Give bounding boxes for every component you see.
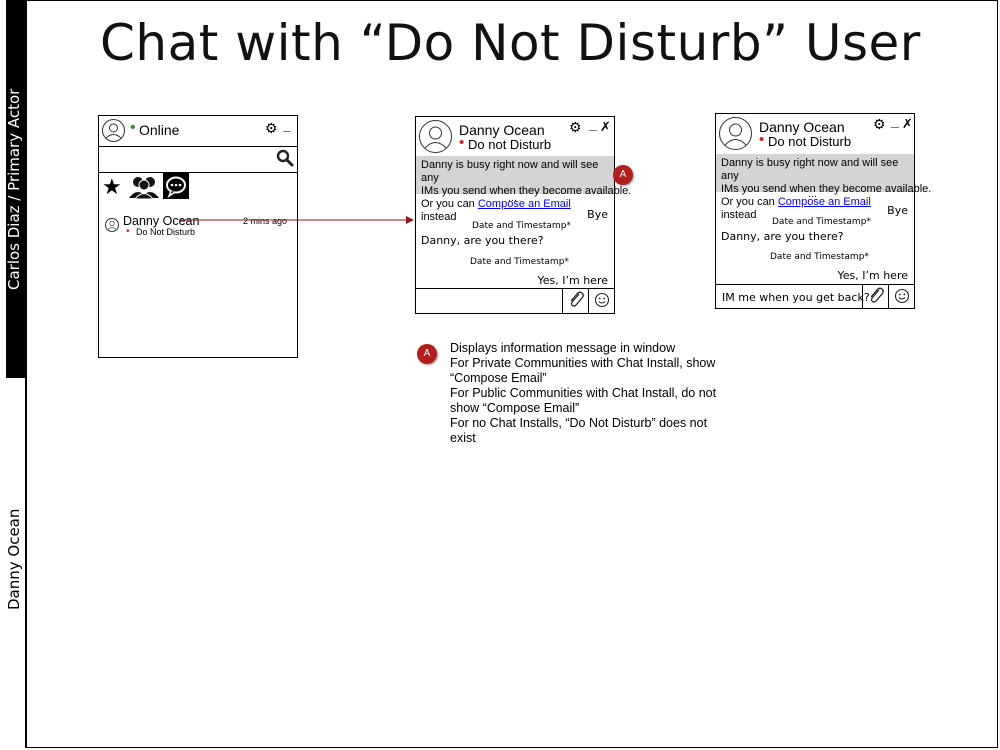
smiley-icon bbox=[894, 288, 910, 304]
message-question: Danny, are you there? bbox=[721, 230, 844, 243]
gear-icon[interactable]: ⚙ bbox=[569, 120, 582, 134]
message-bye: Bye bbox=[887, 204, 908, 217]
compose-email-link[interactable]: Compose an Email bbox=[478, 198, 571, 210]
emoji-button[interactable] bbox=[588, 288, 614, 313]
annotation-note: Displays information message in window F… bbox=[450, 341, 720, 446]
emoji-button[interactable] bbox=[888, 284, 914, 308]
chat-status: Do not Disturb bbox=[468, 137, 552, 152]
dnd-info-message: Danny is busy right now and will see any… bbox=[716, 154, 931, 221]
timestamp: Date and Timestamp* bbox=[770, 252, 869, 262]
chat-avatar-icon bbox=[419, 120, 452, 153]
compose-email-link[interactable]: Compose an Email bbox=[778, 196, 871, 208]
chat-status-dot: • bbox=[459, 134, 465, 151]
chat-avatar-icon bbox=[719, 117, 752, 150]
annotation-line: Displays information message in window bbox=[450, 341, 676, 355]
annotation-badge: A bbox=[613, 165, 633, 185]
annotation-badge: A bbox=[417, 344, 437, 364]
info-text: instead bbox=[721, 209, 757, 221]
annotation-line: For Private Communities with Chat Instal… bbox=[450, 356, 716, 385]
message-question: Danny, are you there? bbox=[421, 234, 544, 247]
paperclip-icon bbox=[570, 291, 584, 307]
attach-button[interactable] bbox=[862, 284, 888, 308]
chat-status: Do not Disturb bbox=[768, 134, 852, 149]
minimize-icon[interactable]: _ bbox=[891, 114, 899, 128]
chat-contact-name: Danny Ocean bbox=[759, 119, 845, 135]
dnd-info-message: Danny is busy right now and will see any… bbox=[416, 156, 631, 223]
paperclip-icon bbox=[870, 287, 884, 303]
minimize-icon[interactable]: _ bbox=[589, 117, 597, 131]
close-icon[interactable]: ✗ bbox=[600, 120, 611, 133]
message-input[interactable]: IM me when you get back? bbox=[722, 291, 870, 304]
attach-button[interactable] bbox=[562, 288, 588, 313]
ellipsis: … bbox=[508, 194, 517, 204]
chat-window-2: Danny Ocean • Do not Disturb ⚙ _ ✗ Danny… bbox=[715, 113, 931, 309]
info-text: Or you can bbox=[421, 198, 478, 210]
chat-contact-name: Danny Ocean bbox=[459, 122, 545, 138]
smiley-icon bbox=[594, 292, 610, 308]
info-text: instead bbox=[421, 211, 457, 223]
close-icon[interactable]: ✗ bbox=[902, 117, 913, 130]
info-line: Danny is busy right now and will see any bbox=[721, 157, 899, 182]
annotation-line: For no Chat Installs, “Do Not Disturb” d… bbox=[450, 416, 708, 445]
message-reply: Yes, I’m here bbox=[537, 274, 609, 287]
message-reply: Yes, I’m here bbox=[837, 269, 909, 282]
info-line: Danny is busy right now and will see any bbox=[421, 159, 599, 184]
gear-icon[interactable]: ⚙ bbox=[873, 117, 886, 131]
chat-window-1: Danny Ocean • Do not Disturb ⚙ _ ✗ Danny… bbox=[415, 116, 631, 314]
ellipsis: … bbox=[808, 190, 817, 200]
info-text: Or you can bbox=[721, 196, 778, 208]
message-bye: Bye bbox=[587, 208, 608, 221]
chat-status-dot: • bbox=[759, 131, 765, 148]
timestamp: Date and Timestamp* bbox=[772, 217, 871, 227]
timestamp: Date and Timestamp* bbox=[470, 257, 569, 267]
timestamp: Date and Timestamp* bbox=[472, 221, 571, 231]
annotation-line: For Public Communities with Chat Install… bbox=[450, 386, 717, 415]
